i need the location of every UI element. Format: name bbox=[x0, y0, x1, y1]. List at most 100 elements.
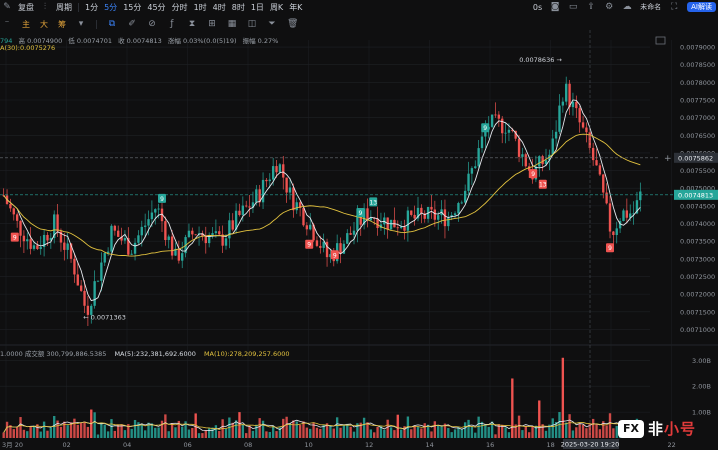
interval-5m[interactable]: 5分 bbox=[104, 2, 117, 13]
candle-body bbox=[268, 179, 271, 182]
collapse-icon[interactable] bbox=[655, 36, 666, 45]
settings-icon[interactable]: ⚙ bbox=[604, 2, 614, 12]
volume-bar bbox=[430, 431, 433, 438]
grid-icon[interactable]: ▦ bbox=[227, 19, 237, 29]
candle-body bbox=[26, 239, 29, 242]
volume-bar bbox=[29, 426, 32, 438]
candle-body bbox=[558, 105, 561, 132]
share-icon[interactable]: ⇪ bbox=[586, 2, 596, 12]
volume-label: 1.0000 bbox=[0, 350, 23, 358]
period-menu[interactable]: 周期 bbox=[56, 2, 72, 13]
big-order-button[interactable]: 大 bbox=[40, 19, 48, 30]
account-name[interactable]: 未命名 bbox=[640, 2, 661, 12]
overlay-icon[interactable]: ◫ bbox=[247, 19, 257, 29]
candle-body bbox=[470, 168, 474, 174]
interval-8h[interactable]: 8时 bbox=[232, 2, 245, 13]
hourglass-icon[interactable]: ⧗ bbox=[187, 19, 197, 29]
volume-bar bbox=[143, 430, 147, 438]
candle-body bbox=[437, 215, 440, 220]
volume-bar bbox=[366, 422, 369, 438]
timer-label[interactable]: 0s bbox=[533, 3, 542, 12]
volume-bar bbox=[83, 421, 86, 438]
candle-body bbox=[591, 147, 595, 161]
layout-icon[interactable]: ▭ bbox=[568, 2, 578, 12]
dropdown-icon[interactable]: ▾ bbox=[76, 19, 86, 29]
volume-bar bbox=[288, 423, 292, 438]
interval-1m[interactable]: 1分 bbox=[85, 2, 98, 13]
candle-body bbox=[9, 203, 12, 209]
candle-body bbox=[524, 154, 527, 167]
trash-icon[interactable]: 🗑 bbox=[287, 19, 298, 29]
interval-week[interactable]: 周K bbox=[270, 2, 283, 13]
volume-bar bbox=[373, 432, 376, 438]
link-icon[interactable]: ⊘ bbox=[147, 19, 157, 29]
volume-bar bbox=[460, 429, 463, 438]
td-marker-label: 9 bbox=[608, 245, 612, 252]
volume-bar bbox=[319, 428, 322, 438]
candle-body bbox=[224, 238, 228, 246]
candle-body bbox=[578, 108, 581, 123]
chips-button[interactable]: 筹 bbox=[58, 19, 66, 30]
volume-bar bbox=[521, 430, 524, 438]
divider bbox=[78, 2, 79, 12]
candle-body bbox=[265, 179, 268, 182]
restore-button[interactable]: 复盘 bbox=[18, 2, 34, 13]
candle-body bbox=[140, 226, 143, 236]
volume-bar bbox=[453, 429, 457, 438]
main-indicator-button[interactable]: 主 bbox=[22, 19, 30, 30]
candle-body bbox=[521, 154, 524, 157]
candle-body bbox=[187, 230, 191, 238]
candle-body bbox=[565, 83, 568, 102]
td-marker-label: 9 bbox=[13, 235, 17, 242]
interval-4h[interactable]: 4时 bbox=[213, 2, 226, 13]
filter-icon[interactable]: ⏷ bbox=[267, 19, 277, 29]
price-tick-label: 0.0074500 bbox=[680, 202, 715, 210]
candle-body bbox=[177, 248, 181, 261]
volume-bar bbox=[487, 426, 490, 438]
candle-body bbox=[467, 173, 470, 191]
interval-1d[interactable]: 1日 bbox=[251, 2, 264, 13]
volume-bar bbox=[157, 427, 160, 438]
time-tick-label: 12 bbox=[365, 441, 373, 449]
compare-icon[interactable]: ⊞ bbox=[207, 19, 217, 29]
interval-year[interactable]: 年K bbox=[289, 2, 302, 13]
fullscreen-icon[interactable]: ⛶ bbox=[669, 2, 679, 12]
price-chart[interactable]: 0.0079000 0.0078500 0.0078000 0.0077500 0.00… bbox=[0, 0, 718, 450]
volume-bar bbox=[305, 427, 309, 438]
draw-pencil-icon[interactable]: ✐ bbox=[127, 19, 137, 29]
volume-bar bbox=[335, 417, 339, 438]
candle-body bbox=[352, 230, 356, 235]
interval-15m[interactable]: 15分 bbox=[123, 2, 141, 13]
candle-body bbox=[137, 235, 140, 243]
plus-icon[interactable]: + bbox=[664, 154, 672, 164]
watermark-text-a: 非 bbox=[648, 420, 665, 438]
volume-bar bbox=[292, 420, 295, 438]
pencil-icon[interactable]: ✎ bbox=[2, 2, 12, 12]
volume-bar bbox=[437, 425, 440, 438]
candle-body bbox=[497, 114, 501, 119]
volume-tick-label: 3.00B bbox=[692, 357, 711, 365]
volume-bar bbox=[245, 433, 248, 438]
interval-timeshare[interactable]: 分时 bbox=[172, 2, 188, 13]
td-marker-label: 13 bbox=[369, 199, 377, 206]
volume-bar bbox=[53, 415, 56, 438]
candle-type-icon[interactable]: ⫶ bbox=[40, 2, 50, 12]
volume-bar bbox=[63, 421, 66, 438]
volume-bar bbox=[309, 428, 312, 438]
candle-body bbox=[181, 253, 184, 261]
cursor-icon[interactable]: ⁻ bbox=[2, 19, 12, 29]
candle-body bbox=[625, 210, 629, 218]
volume-bar bbox=[352, 431, 356, 438]
candle-body bbox=[622, 210, 625, 222]
candle-body bbox=[93, 281, 96, 306]
volume-bar bbox=[258, 418, 261, 438]
camera-icon[interactable]: ◙ bbox=[550, 2, 560, 12]
interval-45m[interactable]: 45分 bbox=[147, 2, 165, 13]
cloud-icon[interactable]: ☁ bbox=[622, 2, 632, 12]
fx-icon[interactable]: ƒ bbox=[167, 19, 177, 29]
interval-1h[interactable]: 1时 bbox=[194, 2, 207, 13]
copy-icon[interactable]: ⧉ bbox=[107, 19, 117, 29]
candle-body bbox=[218, 231, 221, 235]
volume-bar bbox=[329, 425, 332, 438]
ai-interpret-button[interactable]: AI解读 bbox=[687, 2, 716, 12]
